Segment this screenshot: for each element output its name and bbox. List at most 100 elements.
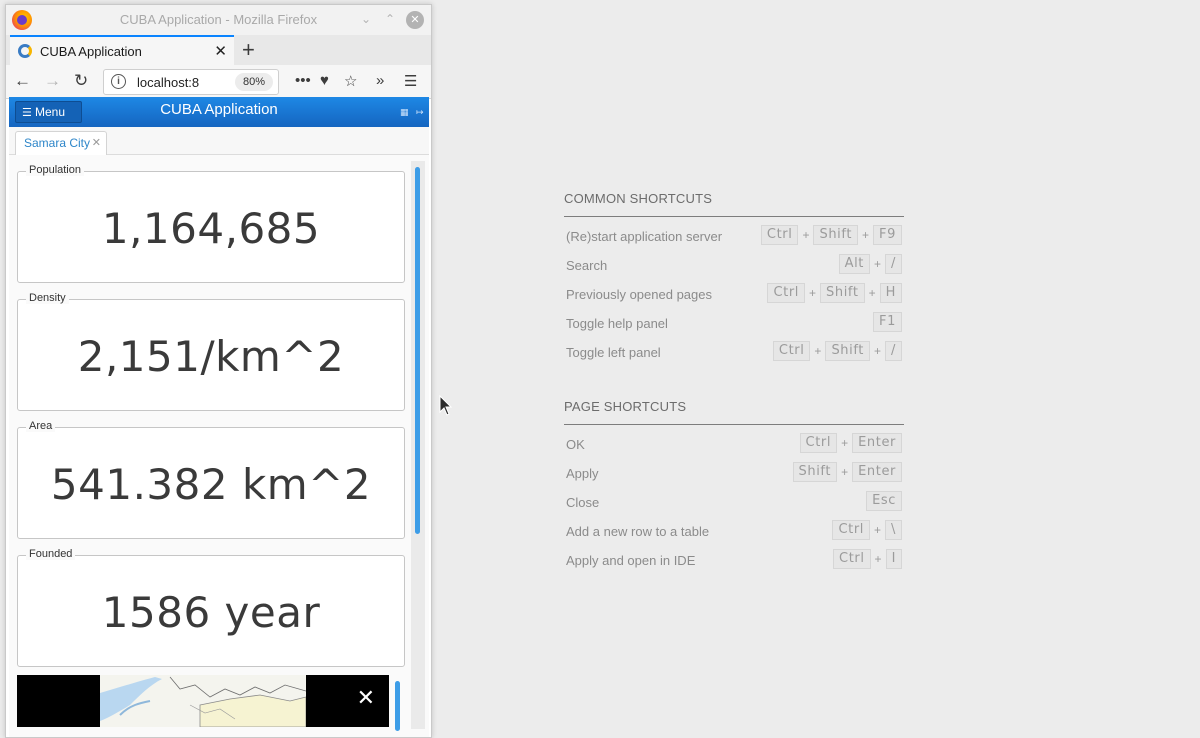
chevrons-right-icon[interactable]: » <box>376 72 384 89</box>
key-plus: + <box>874 552 882 566</box>
shortcut-row: Previously opened pages Ctrl + Shift + H <box>564 279 904 308</box>
common-shortcuts-list: (Re)start application server Ctrl + Shift + F… <box>564 221 904 366</box>
grid-icon[interactable]: ▦ <box>400 107 410 117</box>
minimize-button[interactable]: ⌄ <box>361 12 371 26</box>
logout-icon[interactable]: ↦ <box>416 107 426 117</box>
browser-tab-title: CUBA Application <box>40 44 142 59</box>
info-icon[interactable]: i <box>111 74 126 89</box>
key-plus: + <box>841 436 849 450</box>
founded-caption: Founded <box>26 548 76 560</box>
cuba-favicon-icon <box>18 44 32 58</box>
key-plus: + <box>874 523 882 537</box>
density-box: Density 2,151/km^2 <box>17 292 405 411</box>
app-header: ☰ Menu CUBA Application ▦ ↦ <box>9 97 429 127</box>
population-box: Population 1,164,685 <box>17 164 405 283</box>
key-plus: + <box>868 286 876 300</box>
shortcut-row: OK Ctrl + Enter <box>564 429 904 458</box>
zoom-indicator[interactable]: 80% <box>235 73 273 91</box>
shortcut-label: Apply and open in IDE <box>566 553 696 568</box>
shortcut-label: Close <box>566 495 600 510</box>
keycap: Ctrl <box>833 549 871 569</box>
map-drawing <box>100 675 307 727</box>
keycap: F9 <box>873 225 902 245</box>
keycap: Shift <box>820 283 865 303</box>
more-dots-icon[interactable]: ••• <box>295 72 311 89</box>
key-plus: + <box>841 465 849 479</box>
keycap: Shift <box>792 462 838 482</box>
key-plus: + <box>802 228 810 242</box>
tab-label: Samara City <box>24 136 91 150</box>
keycap: Ctrl <box>799 433 838 453</box>
shortcut-label: Toggle left panel <box>566 345 661 360</box>
key-plus: + <box>874 344 882 358</box>
keycap: / <box>885 254 902 274</box>
browser-tab[interactable]: CUBA Application ✕ <box>10 35 234 65</box>
keycap: Ctrl <box>760 225 799 245</box>
key-plus: + <box>862 228 870 242</box>
keycap: Ctrl <box>832 520 870 540</box>
density-value: 2,151/km^2 <box>77 332 345 381</box>
shortcut-keys: Ctrl + I <box>833 549 902 569</box>
close-tab-icon[interactable]: ✕ <box>214 42 227 60</box>
keycap: \ <box>885 520 902 540</box>
maximize-button[interactable]: ⌃ <box>385 12 395 26</box>
keycap: I <box>885 549 902 569</box>
mouse-cursor-icon <box>439 395 453 416</box>
common-shortcuts-section: COMMON SHORTCUTS (Re)start application s… <box>564 191 904 366</box>
new-tab-button[interactable]: + <box>242 37 255 63</box>
shortcut-keys: Esc <box>866 491 902 511</box>
star-icon[interactable]: ☆ <box>344 72 357 90</box>
close-icon[interactable]: ✕ <box>357 685 375 711</box>
area-caption: Area <box>26 420 56 432</box>
pocket-icon[interactable]: ♥ <box>320 72 329 89</box>
shortcut-label: OK <box>566 437 585 452</box>
map-image-viewer[interactable]: ✕ <box>17 675 389 727</box>
city-content: Population 1,164,685 Density 2,151/km^2 … <box>9 155 429 737</box>
url-text[interactable]: localhost:8 <box>137 75 209 90</box>
page-shortcuts-section: PAGE SHORTCUTS OK Ctrl + Enter Apply Shift + En… <box>564 399 904 574</box>
common-shortcuts-title: COMMON SHORTCUTS <box>564 191 904 217</box>
keycap: Alt <box>838 254 870 274</box>
shortcut-row: Toggle left panel Ctrl + Shift + / <box>564 337 904 366</box>
density-caption: Density <box>26 292 69 304</box>
shortcut-keys: Ctrl + Enter <box>799 433 902 453</box>
close-window-button[interactable]: ✕ <box>406 11 424 29</box>
app-tabsheet: Samara City ✕ <box>9 127 429 155</box>
scrollbar-thumb[interactable] <box>415 167 420 534</box>
keycap: F1 <box>873 312 902 332</box>
key-plus: + <box>809 286 817 300</box>
keycap: Enter <box>852 462 902 482</box>
keycap: H <box>879 283 902 303</box>
key-plus: + <box>874 257 882 271</box>
shortcut-row: Apply and open in IDE Ctrl + I <box>564 545 904 574</box>
shortcut-row: (Re)start application server Ctrl + Shift + F… <box>564 221 904 250</box>
shortcut-keys: Ctrl + \ <box>832 520 902 540</box>
keycap: / <box>885 341 902 361</box>
shortcut-label: Toggle help panel <box>566 316 668 331</box>
keycap: Shift <box>813 225 859 245</box>
keycap: Ctrl <box>772 341 811 361</box>
back-button[interactable]: ← <box>14 71 31 91</box>
keycap: Ctrl <box>767 283 806 303</box>
page-shortcuts-list: OK Ctrl + Enter Apply Shift + Enter Close Esc Add … <box>564 429 904 574</box>
forward-button[interactable]: → <box>44 71 61 91</box>
area-box: Area 541.382 km^2 <box>17 420 405 539</box>
url-bar[interactable]: i localhost:8 80% <box>103 69 279 95</box>
close-tab-icon[interactable]: ✕ <box>92 132 101 154</box>
keycap: Esc <box>866 491 902 511</box>
tab-samara-city[interactable]: Samara City ✕ <box>15 131 107 155</box>
page-shortcuts-title: PAGE SHORTCUTS <box>564 399 904 425</box>
population-value: 1,164,685 <box>101 204 321 253</box>
map-image <box>100 675 307 727</box>
area-value: 541.382 km^2 <box>50 460 372 509</box>
shortcut-label: (Re)start application server <box>566 229 723 244</box>
founded-value: 1586 year <box>101 588 321 637</box>
keycap: Enter <box>852 433 902 453</box>
hamburger-menu-icon[interactable]: ☰ <box>404 72 417 90</box>
reload-button[interactable]: ↻ <box>74 71 88 91</box>
shortcut-label: Previously opened pages <box>566 287 712 302</box>
window-titlebar: CUBA Application - Mozilla Firefox ⌄ ⌃ ✕ <box>6 5 431 35</box>
shortcut-keys: F1 <box>873 312 902 332</box>
shortcut-row: Search Alt + / <box>564 250 904 279</box>
map-scrollbar-thumb[interactable] <box>395 681 400 731</box>
